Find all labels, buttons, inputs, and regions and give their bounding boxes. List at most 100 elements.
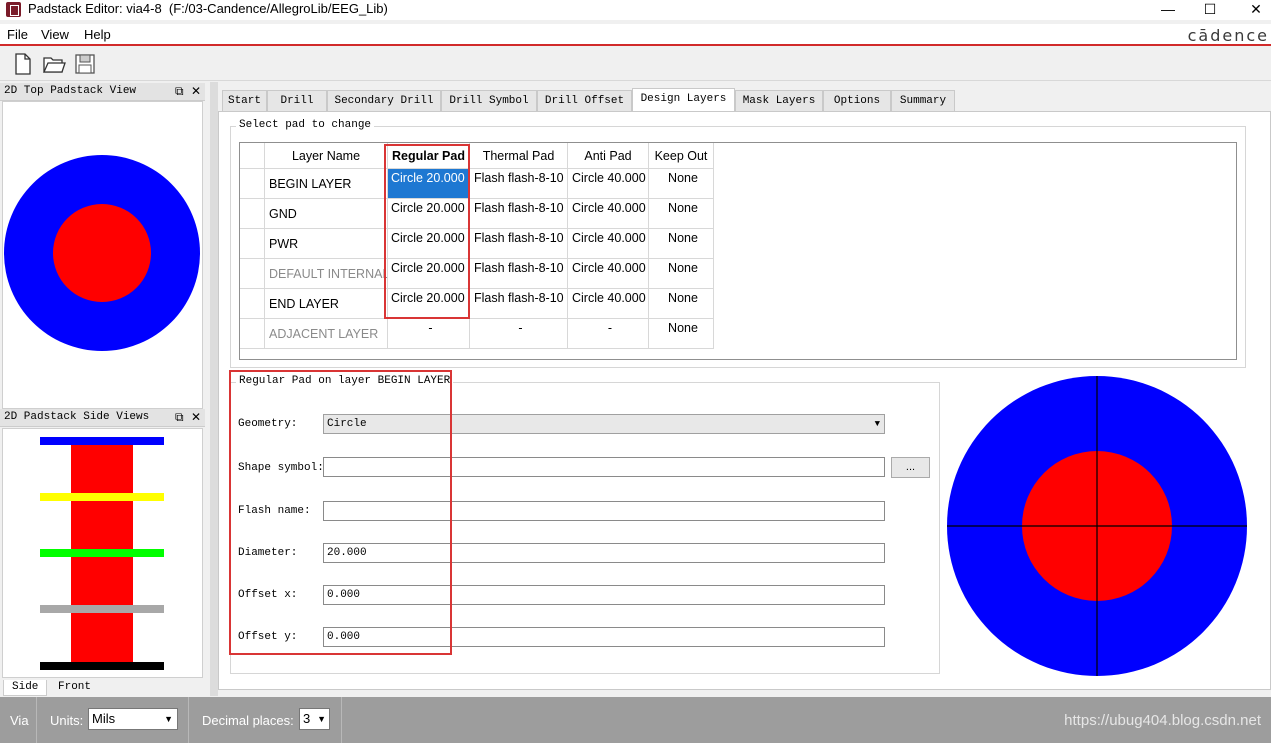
layer-name-cell[interactable]: GND <box>265 199 388 229</box>
tab-secondary-drill[interactable]: Secondary Drill <box>327 90 441 111</box>
row-header[interactable] <box>240 259 265 289</box>
anti-pad-cell[interactable]: - <box>568 319 649 349</box>
layer-name-cell[interactable]: BEGIN LAYER <box>265 169 388 199</box>
menu-file[interactable]: File <box>7 27 28 42</box>
keep-out-cell[interactable]: None <box>649 319 714 349</box>
column-header-layer[interactable]: Layer Name <box>265 143 388 169</box>
anti-pad-cell[interactable]: Circle 40.000 <box>568 289 649 319</box>
tab-design-layers[interactable]: Design Layers <box>632 88 735 111</box>
chevron-down-icon: ▼ <box>874 419 880 429</box>
keep-out-cell[interactable]: None <box>649 169 714 199</box>
tab-front[interactable]: Front <box>50 680 99 696</box>
separator <box>36 697 37 743</box>
mode-indicator: Via <box>10 713 29 728</box>
pad-form-highlight <box>229 370 452 655</box>
tab-start[interactable]: Start <box>222 90 267 111</box>
side-views-title: 2D Padstack Side Views <box>4 411 150 423</box>
maximize-icon[interactable]: ☐ <box>1187 0 1233 20</box>
top-view-graphic <box>4 155 200 351</box>
layer-name-cell[interactable]: ADJACENT LAYER <box>265 319 388 349</box>
thermal-pad-cell[interactable]: Flash flash-8-10 <box>470 289 568 319</box>
chevron-down-icon: ▼ <box>317 714 326 724</box>
anti-pad-cell[interactable]: Circle 40.000 <box>568 199 649 229</box>
save-icon[interactable] <box>73 52 97 76</box>
anti-pad-cell[interactable]: Circle 40.000 <box>568 169 649 199</box>
tab-drill-symbol[interactable]: Drill Symbol <box>441 90 537 111</box>
decimal-places-label: Decimal places: <box>202 713 294 728</box>
row-header[interactable] <box>240 199 265 229</box>
float-icon[interactable]: ⧉ <box>175 84 184 99</box>
keep-out-cell[interactable]: None <box>649 229 714 259</box>
top-view-title: 2D Top Padstack View <box>4 85 137 97</box>
pwr-layer-bar <box>40 549 164 557</box>
gnd-layer-bar <box>40 493 164 501</box>
menu-help[interactable]: Help <box>84 27 111 42</box>
layer-name-cell[interactable]: END LAYER <box>265 289 388 319</box>
toolbar <box>0 47 1271 81</box>
anti-pad-cell[interactable]: Circle 40.000 <box>568 259 649 289</box>
units-select[interactable]: Mils ▼ <box>88 708 178 730</box>
tab-mask-layers[interactable]: Mask Layers <box>735 90 823 111</box>
units-value: Mils <box>92 711 116 726</box>
separator <box>341 697 342 743</box>
menu-view[interactable]: View <box>41 27 69 42</box>
splitter[interactable] <box>210 82 218 696</box>
end-layer-bar <box>40 662 164 670</box>
units-label: Units: <box>50 713 84 728</box>
tab-drill-offset[interactable]: Drill Offset <box>537 90 632 111</box>
watermark: https://ubug404.blog.csdn.net <box>1064 712 1261 729</box>
close-panel-icon[interactable]: ✕ <box>191 410 201 424</box>
thermal-pad-cell[interactable]: Flash flash-8-10 <box>470 229 568 259</box>
close-panel-icon[interactable]: ✕ <box>191 84 201 98</box>
anti-pad-cell[interactable]: Circle 40.000 <box>568 229 649 259</box>
thermal-pad-cell[interactable]: Flash flash-8-10 <box>470 169 568 199</box>
top-padstack-view <box>2 101 203 409</box>
thermal-pad-cell[interactable]: Flash flash-8-10 <box>470 199 568 229</box>
decimal-places-select[interactable]: 3 ▼ <box>299 708 330 730</box>
column-header-keep-out[interactable]: Keep Out <box>649 143 714 169</box>
decimal-places-value: 3 <box>303 711 311 726</box>
cadence-logo: cādence <box>1187 26 1269 45</box>
row-header[interactable] <box>240 169 265 199</box>
internal-layer-bar <box>40 605 164 613</box>
status-bar: Via Units: Mils ▼ Decimal places: 3 ▼ ht… <box>0 697 1271 743</box>
minimize-icon[interactable]: — <box>1145 0 1191 20</box>
new-file-icon[interactable] <box>11 52 35 76</box>
thermal-pad-cell[interactable]: - <box>470 319 568 349</box>
menu-bar: File View Help cādence <box>0 24 1271 46</box>
pad-preview <box>947 376 1247 676</box>
thermal-pad-cell[interactable]: Flash flash-8-10 <box>470 259 568 289</box>
layer-name-cell[interactable]: PWR <box>265 229 388 259</box>
tab-options[interactable]: Options <box>823 90 891 111</box>
tab-drill[interactable]: Drill <box>267 90 327 111</box>
window-title: Padstack Editor: via4-8 (F:/03-Candence/… <box>28 1 388 16</box>
layer-name-cell[interactable]: DEFAULT INTERNAL <box>265 259 388 289</box>
row-header[interactable] <box>240 229 265 259</box>
keep-out-cell[interactable]: None <box>649 289 714 319</box>
browse-shape-button[interactable]: ... <box>891 457 930 478</box>
begin-layer-bar <box>40 437 164 445</box>
row-header-corner <box>240 143 265 169</box>
tab-summary[interactable]: Summary <box>891 90 955 111</box>
select-pad-group-label: Select pad to change <box>236 119 375 131</box>
title-bar: Padstack Editor: via4-8 (F:/03-Candence/… <box>0 0 1271 20</box>
keep-out-cell[interactable]: None <box>649 199 714 229</box>
chevron-down-icon: ▼ <box>164 714 173 724</box>
pad-circle <box>53 204 151 302</box>
side-views-header: 2D Padstack Side Views ⧉ ✕ <box>0 409 205 427</box>
regular-pad-highlight <box>384 144 470 319</box>
column-header-thermal-pad[interactable]: Thermal Pad <box>470 143 568 169</box>
regular-pad-cell[interactable]: - <box>388 319 470 349</box>
column-header-anti-pad[interactable]: Anti Pad <box>568 143 649 169</box>
side-padstack-view <box>2 428 203 678</box>
float-icon[interactable]: ⧉ <box>175 410 184 425</box>
app-icon <box>6 2 21 17</box>
keep-out-cell[interactable]: None <box>649 259 714 289</box>
row-header[interactable] <box>240 289 265 319</box>
row-header[interactable] <box>240 319 265 349</box>
side-view-graphic <box>40 437 164 670</box>
close-icon[interactable]: ✕ <box>1233 0 1271 20</box>
tab-side[interactable]: Side <box>3 680 48 696</box>
separator <box>188 697 189 743</box>
open-folder-icon[interactable] <box>42 52 66 76</box>
